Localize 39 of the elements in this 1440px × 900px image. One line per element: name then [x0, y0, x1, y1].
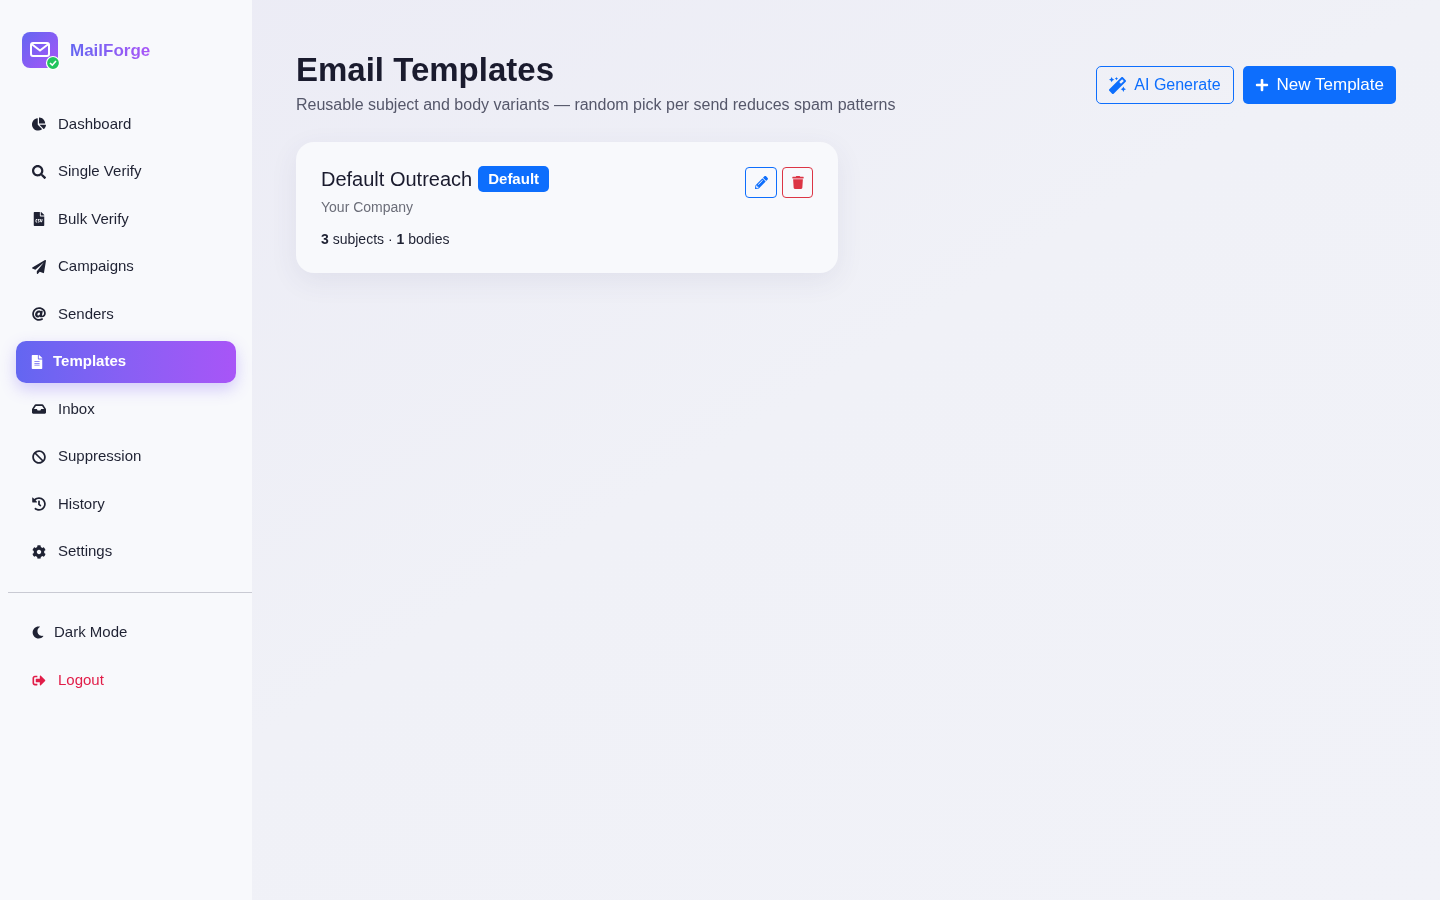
ai-generate-button[interactable]: AI Generate — [1096, 66, 1234, 104]
nav-item[interactable]: Templates — [16, 340, 236, 383]
page-subtitle: Reusable subject and body variants — random pick per send reduces spam patterns — [296, 95, 896, 115]
inbox-tray-icon — [32, 402, 46, 416]
settings-icon — [32, 544, 46, 559]
nav-item[interactable]: Suppression — [16, 435, 236, 478]
envelope-check-logo-icon — [22, 32, 60, 70]
company-name: Your Company — [321, 198, 415, 217]
nav-item[interactable]: History — [16, 483, 236, 525]
edit-button[interactable] — [745, 167, 777, 198]
history-icon — [32, 497, 46, 511]
nav-item[interactable]: Settings — [16, 530, 236, 573]
pencil-icon — [754, 176, 768, 189]
nav-item[interactable]: Inbox — [16, 388, 236, 430]
nav-item[interactable]: Bulk Verify — [16, 198, 236, 240]
new-template-button[interactable]: New Template — [1242, 66, 1396, 104]
nav-item[interactable]: Dashboard — [16, 103, 236, 145]
trash-icon — [791, 176, 804, 189]
magic-wand-icon — [1109, 76, 1127, 94]
search-icon — [32, 164, 46, 179]
template-stats: 3 subjects · 1 bodies — [321, 230, 451, 249]
logout-icon — [32, 674, 46, 687]
page-title: Email Templates — [296, 50, 555, 90]
default-badge: Default — [478, 166, 550, 192]
delete-button[interactable] — [782, 167, 813, 198]
ban-icon — [32, 449, 46, 464]
pie-chart-icon — [32, 117, 46, 131]
moon-icon — [32, 626, 44, 639]
at-sign-icon — [32, 307, 46, 321]
logout-button[interactable]: Logout — [16, 659, 236, 702]
paper-plane-icon — [32, 259, 46, 274]
nav-item[interactable]: Campaigns — [16, 245, 236, 288]
plus-icon — [1254, 78, 1269, 92]
nav-item[interactable]: Single Verify — [16, 150, 236, 193]
document-icon — [31, 354, 43, 369]
template-name: Default Outreach — [321, 167, 473, 192]
csv-file-icon — [32, 212, 46, 226]
dark-mode-toggle[interactable]: Dark Mode — [16, 611, 236, 654]
nav-item[interactable]: Senders — [16, 293, 236, 335]
